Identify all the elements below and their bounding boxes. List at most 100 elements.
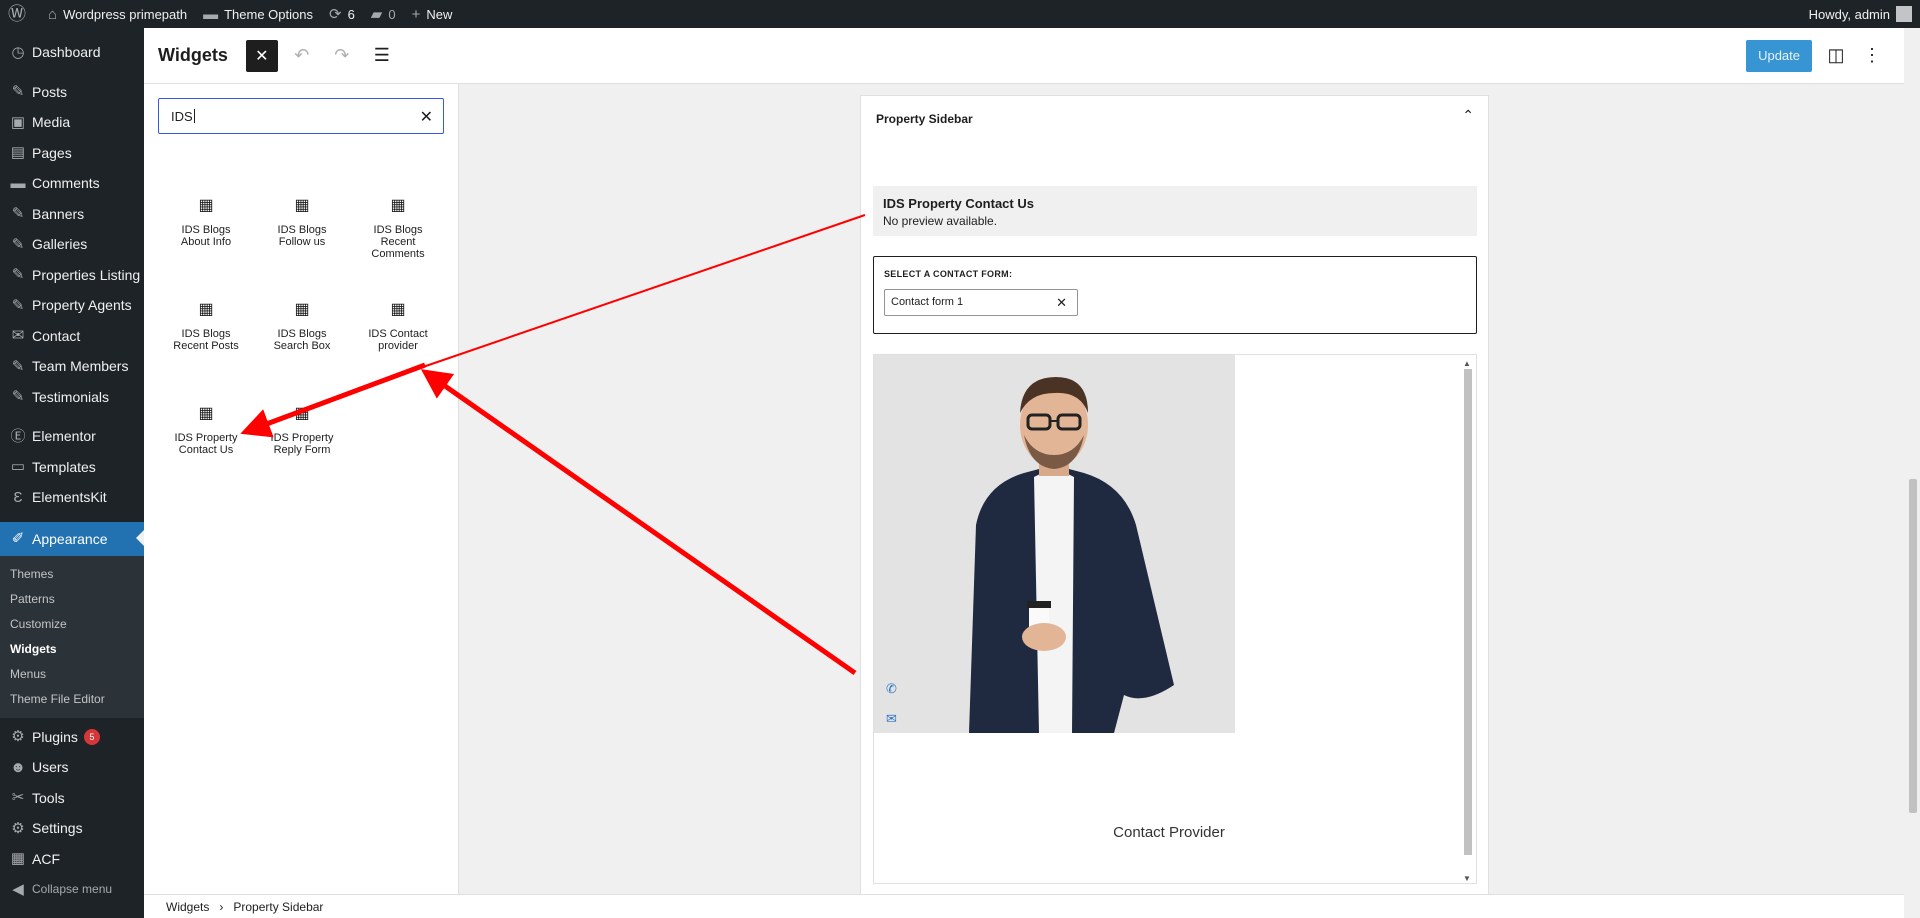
block-ids-blogs-follow-us[interactable]: ▦ IDS Blogs Follow us: [254, 196, 350, 278]
comments-link[interactable]: ▰ 0: [363, 0, 404, 28]
widget-preview-placeholder[interactable]: IDS Property Contact Us No preview avail…: [873, 186, 1477, 236]
submenu-patterns[interactable]: Patterns: [0, 587, 144, 612]
block-inserter-panel: IDS ✕ ▦ IDS Blogs About Info ▦ IDS Blogs F…: [144, 84, 459, 918]
search-value: IDS: [171, 108, 193, 124]
submenu-customize[interactable]: Customize: [0, 612, 144, 637]
sidebar-item-label: Dashboard: [32, 44, 101, 61]
settings-icon: ⚙: [11, 819, 25, 837]
theme-options-label: Theme Options: [224, 6, 313, 22]
contact-provider-preview: ✆ ✉ Contact Provider ▲ ▼: [873, 354, 1477, 884]
collapse-menu-button[interactable]: ◀ Collapse menu: [0, 874, 144, 905]
wrench-icon: ✂: [11, 789, 25, 807]
pin-icon: ✎: [11, 388, 25, 406]
editor-canvas: Property Sidebar ⌃ IDS Property Contact …: [459, 84, 1904, 895]
updates-link[interactable]: ⟳ 6: [321, 0, 363, 28]
sidebar-item-label: Property Agents: [32, 297, 132, 314]
sidebar-item-appearance[interactable]: ✐ Appearance: [0, 521, 144, 556]
settings-sidebar-toggle[interactable]: ◫: [1820, 40, 1852, 72]
calendar-icon: ▦: [198, 301, 214, 318]
sidebar-item-tools[interactable]: ✂ Tools: [0, 783, 144, 814]
widget-area-property-sidebar[interactable]: Property Sidebar ⌃ IDS Property Contact …: [860, 95, 1489, 895]
block-ids-blogs-recent-comments[interactable]: ▦ IDS Blogs Recent Comments: [350, 196, 446, 278]
theme-options-link[interactable]: ▬ Theme Options: [195, 0, 321, 28]
sidebar-item-property-agents[interactable]: ✎ Property Agents: [0, 290, 144, 321]
acf-icon: ▦: [10, 850, 26, 868]
block-ids-property-contact-us[interactable]: ▦ IDS Property Contact Us: [158, 404, 254, 486]
submenu-theme-file-editor[interactable]: Theme File Editor: [0, 687, 144, 712]
options-menu-button[interactable]: ⋮: [1856, 40, 1888, 72]
block-ids-property-reply-form[interactable]: ▦ IDS Property Reply Form: [254, 404, 350, 486]
sidebar-item-templates[interactable]: ▭ Templates: [0, 452, 144, 483]
scroll-up-icon[interactable]: ▲: [1463, 359, 1471, 368]
folder-icon: ▬: [203, 5, 219, 23]
redo-button[interactable]: ↷: [326, 40, 358, 72]
folder-icon: ▭: [10, 458, 26, 476]
submenu-widgets[interactable]: Widgets: [0, 637, 144, 662]
sidebar-item-label: Testimonials: [32, 388, 110, 405]
block-label: IDS Blogs Recent Posts: [173, 328, 239, 352]
block-ids-contact-provider[interactable]: ▦ IDS Contact provider: [350, 300, 446, 382]
sidebar-item-elementskit[interactable]: Ɛ ElementsKit: [0, 482, 144, 513]
sidebar-item-settings[interactable]: ⚙ Settings: [0, 813, 144, 844]
sidebar-item-posts[interactable]: ✎ Posts: [0, 77, 144, 108]
block-ids-blogs-search-box[interactable]: ▦ IDS Blogs Search Box: [254, 300, 350, 382]
chevron-up-icon[interactable]: ⌃: [1462, 107, 1474, 124]
page-scrollbar[interactable]: [1904, 84, 1920, 918]
close-inserter-button[interactable]: ✕: [245, 39, 278, 72]
sidebar-item-users[interactable]: ☻ Users: [0, 752, 144, 783]
sidebar-item-label: Templates: [32, 458, 96, 475]
sidebar-item-contact[interactable]: ✉ Contact: [0, 321, 144, 352]
page-scrollbar-thumb[interactable]: [1909, 479, 1917, 813]
block-ids-blogs-recent-posts[interactable]: ▦ IDS Blogs Recent Posts: [158, 300, 254, 382]
email-icon[interactable]: ✉: [886, 711, 897, 727]
breadcrumb-root[interactable]: Widgets: [166, 900, 209, 914]
wordpress-logo-button[interactable]: Ⓦ: [0, 0, 40, 28]
account-menu[interactable]: Howdy, admin: [1801, 0, 1920, 28]
sidebar-item-testimonials[interactable]: ✎ Testimonials: [0, 382, 144, 413]
sidebar-item-label: Tools: [32, 789, 65, 806]
phone-icon[interactable]: ✆: [886, 681, 897, 697]
site-name-link[interactable]: ⌂ Wordpress primepath: [40, 0, 195, 28]
update-button[interactable]: Update: [1746, 39, 1812, 72]
contact-form-select[interactable]: Contact form 1 ✕: [884, 289, 1078, 316]
sidebar-item-plugins[interactable]: ⚙ Plugins 5: [0, 722, 144, 753]
block-ids-blogs-about-info[interactable]: ▦ IDS Blogs About Info: [158, 196, 254, 278]
preview-scrollbar[interactable]: ▲ ▼: [1462, 359, 1474, 883]
new-content-link[interactable]: + New: [404, 0, 461, 28]
sidebar-item-banners[interactable]: ✎ Banners: [0, 199, 144, 230]
submenu-themes[interactable]: Themes: [0, 562, 144, 587]
block-search-input[interactable]: IDS ✕: [158, 98, 444, 134]
sidebar-item-label: Properties Listing: [32, 266, 141, 283]
agent-portrait-image: [874, 355, 1235, 733]
sidebar-item-dashboard[interactable]: ◷ Dashboard: [0, 37, 144, 68]
home-icon: ⌂: [48, 5, 58, 23]
page-title: Widgets: [158, 45, 228, 65]
user-icon: ☻: [10, 758, 26, 776]
calendar-icon: ▦: [294, 301, 310, 318]
breadcrumb-current[interactable]: Property Sidebar: [233, 900, 323, 914]
block-label: IDS Blogs Recent Comments: [371, 224, 425, 260]
sidebar-item-comments[interactable]: ▬ Comments: [0, 168, 144, 199]
clear-search-icon[interactable]: ✕: [420, 107, 433, 127]
sidebar-item-galleries[interactable]: ✎ Galleries: [0, 229, 144, 260]
scrollbar-thumb[interactable]: [1464, 369, 1472, 855]
scroll-down-icon[interactable]: ▼: [1463, 874, 1471, 883]
editor-header: Widgets ✕ ↶ ↷ ☰ Update ◫ ⋮: [144, 28, 1904, 84]
undo-button[interactable]: ↶: [286, 40, 318, 72]
sidebar-item-properties-listing[interactable]: ✎ Properties Listing: [0, 260, 144, 291]
submenu-menus[interactable]: Menus: [0, 662, 144, 687]
sidebar-item-media[interactable]: ▣ Media: [0, 107, 144, 138]
media-icon: ▣: [10, 113, 26, 131]
sidebar-item-pages[interactable]: ▤ Pages: [0, 138, 144, 169]
list-view-button[interactable]: ☰: [366, 40, 398, 72]
sidebar-item-team-members[interactable]: ✎ Team Members: [0, 351, 144, 382]
sidebar-item-acf[interactable]: ▦ ACF: [0, 844, 144, 875]
contact-form-selector-block[interactable]: SELECT A CONTACT FORM: Contact form 1 ✕: [873, 256, 1477, 334]
comments-count: 0: [388, 6, 396, 22]
block-label: IDS Contact provider: [368, 328, 428, 352]
clear-selection-icon[interactable]: ✕: [1056, 290, 1067, 315]
sidebar-item-elementor[interactable]: Ⓔ Elementor: [0, 421, 144, 452]
pin-icon: ✎: [11, 357, 25, 375]
collapse-icon: ◀: [12, 880, 24, 898]
calendar-icon: ▦: [198, 197, 214, 214]
